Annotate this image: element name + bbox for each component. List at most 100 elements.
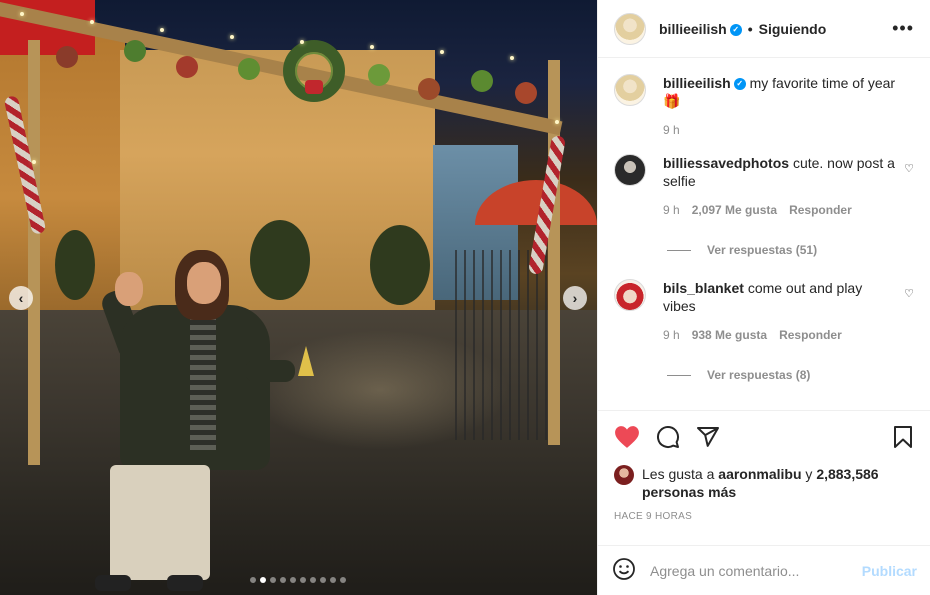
ornament <box>368 64 390 86</box>
post-viewer: ‹ › billieeilish ✓ • Siguiendo ••• billie… <box>0 0 930 595</box>
carousel-dot <box>290 577 296 583</box>
avatar[interactable] <box>614 465 634 485</box>
person-face <box>187 262 221 304</box>
more-options-icon[interactable]: ••• <box>892 18 914 39</box>
comment-time[interactable]: 9 h <box>663 203 680 217</box>
separator-dot: • <box>747 20 753 37</box>
person-waving <box>95 250 295 595</box>
view-replies-label: Ver respuestas (51) <box>707 243 818 257</box>
caption-username[interactable]: billieeilish ✓ <box>663 75 746 91</box>
emoji-icon[interactable] <box>612 557 636 584</box>
caption: billieeilish ✓ my favorite time of year 🎁… <box>614 74 914 137</box>
carousel-indicator <box>250 577 346 583</box>
ornament <box>124 40 146 62</box>
carousel-dot <box>280 577 286 583</box>
divider-line <box>667 249 691 251</box>
comment: bils_blanket come out and play vibes 9 h… <box>614 279 914 342</box>
comment-meta: 9 h 2,097 Me gusta Responder <box>663 203 896 217</box>
carousel-dot <box>270 577 276 583</box>
post-photo[interactable]: ‹ › <box>0 0 597 595</box>
view-replies-button[interactable]: Ver respuestas (8) <box>667 368 914 382</box>
like-comment-heart-icon[interactable]: ♡ <box>904 287 914 342</box>
person-hand <box>115 272 143 306</box>
chevron-left-icon: ‹ <box>18 290 24 306</box>
comment-composer: Publicar <box>598 545 930 595</box>
ornament <box>515 82 537 104</box>
verified-badge-icon: ✓ <box>733 78 746 91</box>
caption-meta: 9 h <box>663 123 914 137</box>
comment-likes[interactable]: 938 Me gusta <box>692 328 767 342</box>
post-sidebar: billieeilish ✓ • Siguiendo ••• billieeili… <box>597 0 930 595</box>
reply-button[interactable]: Responder <box>779 328 842 342</box>
view-replies-label: Ver respuestas (8) <box>707 368 811 382</box>
comment-body: bils_blanket come out and play vibes 9 h… <box>663 279 896 342</box>
caption-text: billieeilish ✓ my favorite time of year 🎁 <box>663 74 914 110</box>
comment-username[interactable]: billiessavedphotos <box>663 155 789 171</box>
ornament <box>418 78 440 100</box>
bookmark-icon[interactable] <box>892 425 914 449</box>
comment: billiessavedphotos cute. now post a self… <box>614 154 914 217</box>
carousel-next-button[interactable]: › <box>563 286 587 310</box>
view-replies-button[interactable]: Ver respuestas (51) <box>667 243 914 257</box>
person-shoe <box>95 575 131 591</box>
username-text: billieeilish <box>663 75 731 91</box>
string-light <box>160 28 164 32</box>
comment-body: billiessavedphotos cute. now post a self… <box>663 154 896 217</box>
comment-text: billiessavedphotos cute. now post a self… <box>663 154 896 190</box>
arch-post-right <box>548 60 560 445</box>
comment-text: bils_blanket come out and play vibes <box>663 279 896 315</box>
string-light <box>370 45 374 49</box>
header-username[interactable]: billieeilish ✓ <box>659 21 742 37</box>
avatar[interactable] <box>614 154 646 186</box>
divider-line <box>667 374 691 376</box>
comments-list: billieeilish ✓ my favorite time of year 🎁… <box>598 58 930 410</box>
person-pants <box>110 465 210 580</box>
likes-summary: Les gusta a aaronmalibu y 2,883,586 pers… <box>614 465 914 501</box>
likes-prefix: Les gusta a <box>642 466 715 482</box>
share-icon[interactable] <box>696 425 720 449</box>
following-button[interactable]: Siguiendo <box>759 21 827 37</box>
caption-time[interactable]: 9 h <box>663 123 680 137</box>
wet-floor-sign <box>298 346 314 376</box>
string-light <box>90 20 94 24</box>
wreath-bow <box>305 80 323 94</box>
carousel-prev-button[interactable]: ‹ <box>9 286 33 310</box>
like-comment-heart-icon[interactable]: ♡ <box>904 162 914 217</box>
username-text: billieeilish <box>659 20 727 37</box>
avatar[interactable] <box>614 12 646 45</box>
person-scarf <box>190 310 216 450</box>
ornament <box>56 46 78 68</box>
publish-button[interactable]: Publicar <box>862 563 917 579</box>
likes-text: Les gusta a aaronmalibu y 2,883,586 pers… <box>642 465 914 501</box>
comment-username[interactable]: bils_blanket <box>663 280 744 296</box>
string-light <box>32 160 36 164</box>
string-light <box>230 35 234 39</box>
post-timestamp[interactable]: HACE 9 HORAS <box>614 511 914 522</box>
carousel-dot <box>250 577 256 583</box>
comment-time[interactable]: 9 h <box>663 328 680 342</box>
carousel-dot <box>310 577 316 583</box>
avatar[interactable] <box>614 74 646 106</box>
avatar[interactable] <box>614 279 646 311</box>
like-heart-icon[interactable] <box>614 425 640 449</box>
palm-tree <box>370 225 430 305</box>
verified-badge-icon: ✓ <box>729 23 742 36</box>
comment-likes[interactable]: 2,097 Me gusta <box>692 203 777 217</box>
carousel-dot <box>300 577 306 583</box>
carousel-dot <box>340 577 346 583</box>
ornament <box>238 58 260 80</box>
shrub <box>55 230 95 300</box>
reply-button[interactable]: Responder <box>789 203 852 217</box>
person-shoe <box>167 575 203 591</box>
string-light <box>440 50 444 54</box>
ornament <box>471 70 493 92</box>
carousel-dot <box>260 577 266 583</box>
comment-input[interactable] <box>650 562 862 579</box>
chevron-right-icon: › <box>572 290 578 306</box>
gift-emoji-icon: 🎁 <box>663 93 681 109</box>
comment-icon[interactable] <box>656 425 680 449</box>
likes-username[interactable]: aaronmalibu <box>718 466 801 482</box>
arch-post-left <box>28 40 40 465</box>
caption-body: billieeilish ✓ my favorite time of year 🎁… <box>663 74 914 137</box>
caption-message: my favorite time of year <box>749 75 896 91</box>
